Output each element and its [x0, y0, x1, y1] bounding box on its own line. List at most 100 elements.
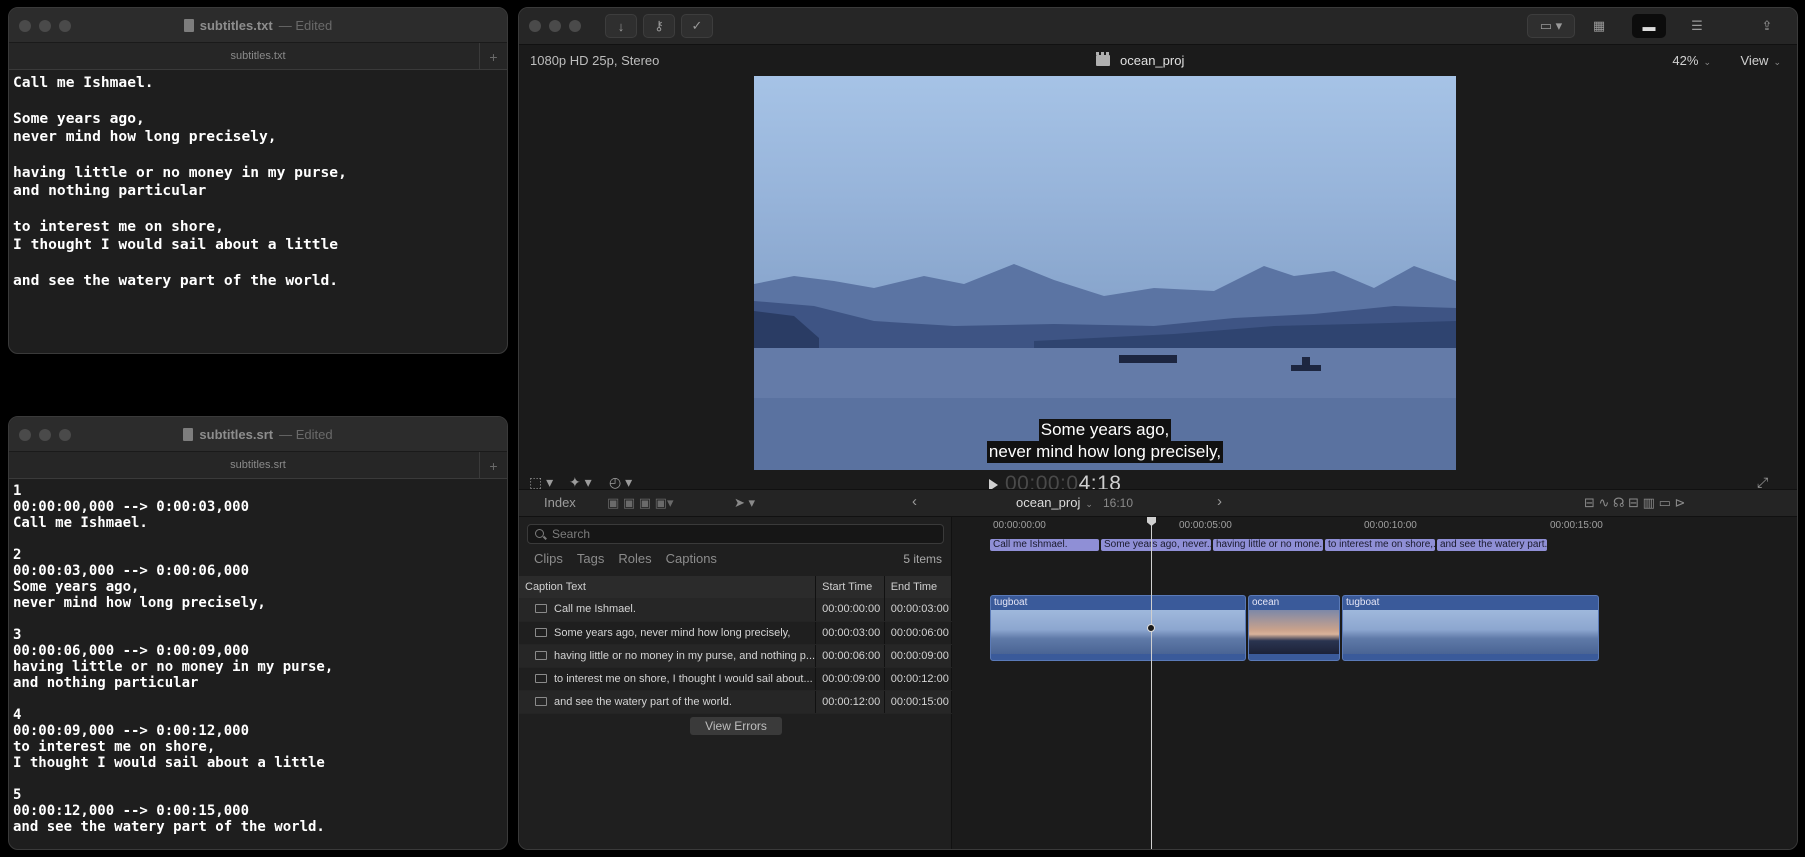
landscape-image	[754, 264, 1456, 470]
tab-clips[interactable]: Clips	[534, 551, 563, 566]
time-ruler[interactable]: 00:00:00:00 00:00:05:00 00:00:10:00 00:0…	[990, 517, 1797, 535]
playhead[interactable]	[1151, 517, 1152, 849]
caption-icon	[535, 696, 547, 706]
tab-subtitles-txt[interactable]: subtitles.txt	[9, 50, 507, 62]
zoom-button[interactable]	[59, 20, 71, 32]
video-frame[interactable]: Some years ago, never mind how long prec…	[754, 76, 1456, 470]
minimize-button[interactable]	[39, 429, 51, 441]
view-errors-button[interactable]: View Errors	[690, 717, 782, 735]
viewer[interactable]: Some years ago, never mind how long prec…	[519, 76, 1797, 470]
timeline-project-menu[interactable]: ocean_proj ⌄	[1016, 495, 1093, 510]
keywords-button[interactable]: ⚷	[643, 14, 675, 38]
start-time-cell: 00:00:06:00	[815, 644, 885, 668]
view-label: View	[1740, 52, 1769, 68]
chevron-down-icon: ⌄	[1703, 56, 1711, 67]
tab-roles[interactable]: Roles	[618, 551, 651, 566]
table-row[interactable]: Call me Ishmael. 00:00:00:00 00:00:03:00	[519, 598, 953, 622]
caption-text-cell: Call me Ishmael.	[519, 598, 817, 622]
share-icon: ⇪	[1761, 18, 1773, 33]
new-tab-button[interactable]: +	[479, 452, 507, 479]
audio-tools-icons[interactable]: ⊟ ∿ ☊ ⊟ ▥ ▭ ⊳	[1584, 495, 1685, 511]
caption-text-cell: to interest me on shore, I thought I wou…	[519, 667, 817, 691]
table-row[interactable]: and see the watery part of the world. 00…	[519, 690, 953, 714]
caption-clip[interactable]: Some years ago, never...	[1101, 539, 1211, 551]
video-clip-tugboat[interactable]: tugboat	[1342, 595, 1599, 661]
txt-titlebar[interactable]: subtitles.txt — Edited	[9, 8, 507, 42]
viewer-header: 1080p HD 25p, Stereo ocean_proj 42% ⌄ Vie…	[519, 45, 1797, 75]
search-placeholder: Search	[552, 527, 591, 541]
close-button[interactable]	[19, 429, 31, 441]
viewer-project: ocean_proj	[1096, 51, 1185, 68]
caption-clip[interactable]: having little or no mone...	[1213, 539, 1323, 551]
edited-status: — Edited	[278, 17, 333, 33]
caption-text-cell: Some years ago, never mind how long prec…	[519, 621, 817, 645]
caption-text: to interest me on shore, I thought I wou…	[554, 672, 813, 685]
ruler-mark: 00:00:05:00	[1179, 520, 1232, 531]
start-time-cell: 00:00:09:00	[815, 667, 885, 691]
view-menu[interactable]: View ⌄	[1741, 53, 1782, 68]
caption-clip[interactable]: Call me Ishmael.	[990, 539, 1099, 551]
text-content[interactable]: Call me Ishmael. Some years ago, never m…	[9, 70, 507, 294]
caption-clip[interactable]: and see the watery part...	[1437, 539, 1547, 551]
srt-titlebar[interactable]: subtitles.srt — Edited	[9, 417, 507, 451]
timeline-bar: Index ▣ ▣ ▣ ▣▾ ➤ ▾ ‹ ocean_proj ⌄ 16:10 ›…	[519, 489, 1797, 517]
clip-thumbnails	[991, 610, 1245, 654]
select-tool-icon[interactable]: ➤ ▾	[734, 495, 755, 511]
table-row[interactable]: to interest me on shore, I thought I wou…	[519, 667, 953, 691]
search-input[interactable]: Search	[527, 524, 944, 544]
back-arrow-icon[interactable]: ‹	[912, 493, 917, 510]
caption-line-2: never mind how long precisely,	[986, 441, 1224, 463]
column-start-time[interactable]: Start Time	[815, 576, 885, 598]
background-tasks-button[interactable]: ✓	[681, 14, 713, 38]
timeline[interactable]: 00:00:00:00 00:00:05:00 00:00:10:00 00:0…	[953, 517, 1797, 849]
import-button[interactable]: ↓	[605, 14, 637, 38]
project-name: ocean_proj	[1120, 52, 1185, 68]
format-label: 1080p HD 25p, Stereo	[530, 52, 660, 68]
minimize-button[interactable]	[39, 20, 51, 32]
tab-tags[interactable]: Tags	[577, 551, 604, 566]
caption-clip[interactable]: to interest me on shore,...	[1325, 539, 1435, 551]
video-clip-tugboat[interactable]: tugboat	[990, 595, 1246, 661]
tab-captions[interactable]: Captions	[666, 551, 717, 566]
start-time-cell: 00:00:00:00	[815, 598, 885, 622]
close-button[interactable]	[529, 20, 541, 32]
end-time-cell: 00:00:03:00	[884, 598, 953, 622]
browser-toggle[interactable]: ▦	[1583, 14, 1615, 38]
caption-text-cell: having little or no money in my purse, a…	[519, 644, 817, 668]
start-time-cell: 00:00:12:00	[815, 690, 885, 714]
column-caption-text[interactable]: Caption Text	[519, 576, 817, 598]
close-button[interactable]	[19, 20, 31, 32]
window-controls	[19, 429, 71, 441]
zoom-menu[interactable]: 42% ⌄	[1672, 53, 1711, 68]
playhead-marker	[1147, 624, 1155, 632]
table-row[interactable]: having little or no money in my purse, a…	[519, 644, 953, 668]
index-panel: Search Clips Tags Roles Captions 5 items…	[519, 517, 953, 849]
ruler-mark: 00:00:10:00	[1364, 520, 1417, 531]
clip-thumbnails	[1343, 610, 1598, 654]
layout-button[interactable]: ▭ ▾	[1527, 14, 1575, 38]
video-clip-ocean[interactable]: ocean	[1248, 595, 1340, 661]
end-time-cell: 00:00:09:00	[884, 644, 953, 668]
inspector-toggle[interactable]: ☰	[1681, 14, 1713, 38]
end-time-cell: 00:00:12:00	[884, 667, 953, 691]
timeline-icon: ▬	[1642, 18, 1656, 34]
window-title: subtitles.txt — Edited	[183, 17, 333, 33]
table-row[interactable]: Some years ago, never mind how long prec…	[519, 621, 953, 645]
text-content[interactable]: 1 00:00:00,000 --> 0:00:03,000 Call me I…	[9, 479, 507, 839]
column-end-time[interactable]: End Time	[884, 576, 953, 598]
item-count: 5 items	[903, 552, 942, 566]
clip-edit-icons[interactable]: ▣ ▣ ▣ ▣▾	[607, 495, 674, 511]
timeline-toggle[interactable]: ▬	[1632, 14, 1666, 38]
zoom-button[interactable]	[569, 20, 581, 32]
tab-bar: subtitles.txt +	[9, 42, 507, 70]
index-button[interactable]: Index	[544, 495, 576, 510]
tab-subtitles-srt[interactable]: subtitles.srt	[9, 459, 507, 471]
sliders-icon: ☰	[1691, 18, 1703, 33]
new-tab-button[interactable]: +	[479, 43, 507, 70]
search-icon	[535, 529, 544, 538]
minimize-button[interactable]	[549, 20, 561, 32]
zoom-value: 42%	[1672, 52, 1699, 68]
forward-arrow-icon[interactable]: ›	[1217, 493, 1222, 510]
zoom-button[interactable]	[59, 429, 71, 441]
share-button[interactable]: ⇪	[1751, 14, 1783, 38]
